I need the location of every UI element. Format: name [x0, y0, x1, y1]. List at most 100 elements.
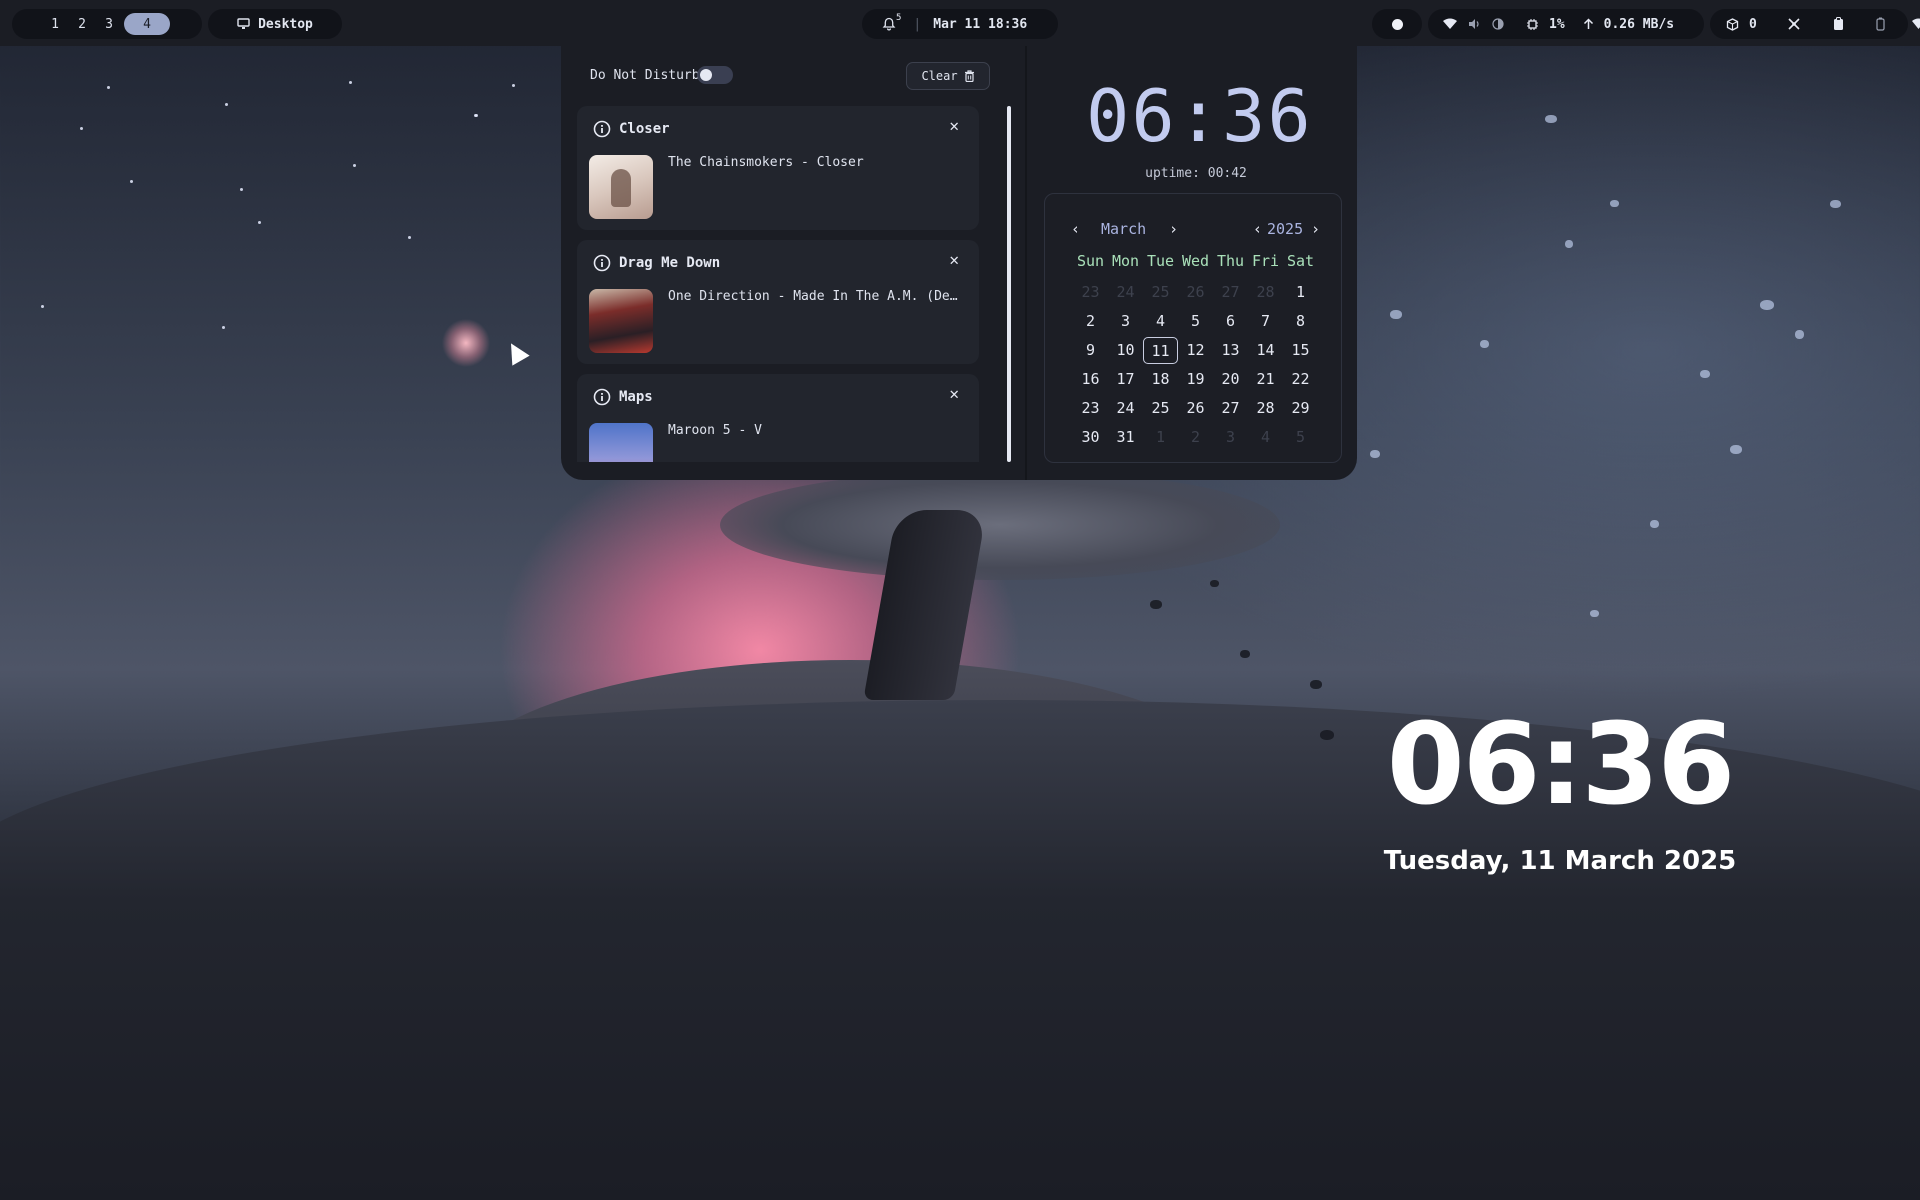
calendar-day[interactable]: 21 [1248, 366, 1283, 393]
notification-scrollbar[interactable] [1007, 106, 1011, 462]
calendar-day[interactable]: 23 [1073, 279, 1108, 306]
calendar-year: 2025 [1267, 220, 1304, 238]
calendar-day[interactable]: 31 [1108, 424, 1143, 451]
calendar-day[interactable]: 2 [1073, 308, 1108, 335]
calendar-day[interactable]: 29 [1283, 395, 1318, 422]
cpu-usage: 1% [1549, 16, 1565, 32]
calendar-day[interactable]: 17 [1108, 366, 1143, 393]
notification-card[interactable]: Drag Me Down ✕ One Direction - Made In T… [577, 240, 979, 364]
calendar-day[interactable]: 28 [1248, 395, 1283, 422]
package-updates-icon[interactable] [1726, 17, 1739, 31]
workspace-4[interactable]: 4 [124, 13, 170, 35]
record-indicator[interactable] [1372, 9, 1422, 39]
separator: | [913, 16, 922, 32]
calendar-day[interactable]: 22 [1283, 366, 1318, 393]
info-icon [593, 120, 611, 138]
notification-header: Maps [593, 388, 653, 406]
desktop-button[interactable]: Desktop [208, 9, 342, 39]
calendar-day[interactable]: 26 [1178, 279, 1213, 306]
calendar-day[interactable]: 4 [1248, 424, 1283, 451]
calendar-day[interactable]: 5 [1178, 308, 1213, 335]
clear-notifications-button[interactable]: Clear [906, 62, 990, 90]
calendar-day[interactable]: 26 [1178, 395, 1213, 422]
do-not-disturb-toggle[interactable] [697, 66, 733, 84]
record-dot-icon [1391, 18, 1403, 30]
next-month-button[interactable]: › [1169, 220, 1178, 238]
calendar-day[interactable]: 6 [1213, 308, 1248, 335]
calendar-day[interactable]: 20 [1213, 366, 1248, 393]
calendar-day[interactable]: 25 [1143, 395, 1178, 422]
notification-card[interactable]: Closer ✕ The Chainsmokers - Closer [577, 106, 979, 230]
calendar-grid: 23 24 25 26 27 28 1 2 3 4 5 6 7 8 9 10 1… [1073, 278, 1318, 452]
calendar-day[interactable]: 23 [1073, 395, 1108, 422]
desktop-clock: 06:36 [1386, 700, 1736, 830]
calendar-day[interactable]: 12 [1178, 337, 1213, 364]
calendar-week: 30 31 1 2 3 4 5 [1073, 423, 1318, 452]
weekday-label: Tue [1146, 252, 1175, 270]
calendar-day[interactable]: 18 [1143, 366, 1178, 393]
calendar-day[interactable]: 24 [1108, 395, 1143, 422]
calendar-day[interactable]: 30 [1073, 424, 1108, 451]
clipboard-icon[interactable] [1833, 17, 1844, 31]
workspace-2[interactable]: 2 [70, 13, 94, 35]
system-status[interactable]: 1% 0.26 MB/s [1428, 9, 1704, 39]
tool-icon[interactable] [1787, 17, 1801, 31]
calendar-day[interactable]: 4 [1143, 308, 1178, 335]
calendar-day[interactable]: 15 [1283, 337, 1318, 364]
notification-clock-pill[interactable]: 5 | Mar 11 18:36 [862, 9, 1058, 39]
calendar-day[interactable]: 19 [1178, 366, 1213, 393]
upload-arrow-icon [1583, 18, 1594, 30]
calendar-day[interactable]: 8 [1283, 308, 1318, 335]
close-icon[interactable]: ✕ [949, 250, 959, 269]
calendar-day[interactable]: 9 [1073, 337, 1108, 364]
notification-body: Maroon 5 - V [668, 423, 762, 438]
calendar-day[interactable]: 2 [1178, 424, 1213, 451]
calendar-day[interactable]: 10 [1108, 337, 1143, 364]
calendar-day[interactable]: 14 [1248, 337, 1283, 364]
calendar-week: 23 24 25 26 27 28 29 [1073, 394, 1318, 423]
calendar-day[interactable]: 27 [1213, 395, 1248, 422]
mouse-cursor [502, 338, 530, 366]
notification-center-panel: Do Not Disturb Clear Closer ✕ The Chains… [561, 46, 1357, 480]
calendar-day[interactable]: 24 [1108, 279, 1143, 306]
calendar-day[interactable]: 1 [1283, 279, 1318, 306]
panel-divider [1025, 46, 1027, 480]
calendar-day[interactable]: 28 [1248, 279, 1283, 306]
brightness-icon [1492, 18, 1504, 30]
close-icon[interactable]: ✕ [949, 116, 959, 135]
calendar-day-today[interactable]: 11 [1143, 337, 1178, 364]
calendar-day[interactable]: 3 [1108, 308, 1143, 335]
prev-month-button[interactable]: ‹ [1071, 220, 1080, 238]
calendar-day[interactable]: 7 [1248, 308, 1283, 335]
monitor-icon [237, 18, 250, 30]
calendar-day[interactable]: 25 [1143, 279, 1178, 306]
prev-year-button[interactable]: ‹ [1253, 220, 1262, 238]
topbar-datetime: Mar 11 18:36 [933, 16, 1028, 32]
wifi-icon [1442, 18, 1458, 30]
calendar-day[interactable]: 5 [1283, 424, 1318, 451]
calendar-day[interactable]: 27 [1213, 279, 1248, 306]
calendar-week: 2 3 4 5 6 7 8 [1073, 307, 1318, 336]
calendar-week: 9 10 11 12 13 14 15 [1073, 336, 1318, 365]
network-speed: 0.26 MB/s [1603, 16, 1675, 32]
calendar-day[interactable]: 1 [1143, 424, 1178, 451]
calendar-day[interactable]: 3 [1213, 424, 1248, 451]
panel-clock: 06:36 [1086, 74, 1313, 158]
workspace-switcher: 1 2 3 4 [12, 9, 202, 39]
bell-icon[interactable] [882, 17, 896, 31]
workspace-3[interactable]: 3 [97, 13, 121, 35]
notification-card[interactable]: Maps ✕ Maroon 5 - V [577, 374, 979, 462]
calendar-week: 16 17 18 19 20 21 22 [1073, 365, 1318, 394]
tray: 0 [1710, 9, 1920, 39]
workspace-1[interactable]: 1 [43, 13, 67, 35]
album-art-maps [589, 423, 653, 462]
wifi-status-icon[interactable] [1911, 18, 1920, 30]
close-icon[interactable]: ✕ [949, 384, 959, 403]
weekday-label: Thu [1216, 252, 1245, 270]
album-art-closer [589, 155, 653, 219]
calendar-day[interactable]: 13 [1213, 337, 1248, 364]
calendar: ‹ March › ‹ 2025 › Sun Mon Tue Wed Thu F… [1044, 193, 1342, 463]
calendar-day[interactable]: 16 [1073, 366, 1108, 393]
weekday-header: Sun Mon Tue Wed Thu Fri Sat [1073, 252, 1318, 270]
next-year-button[interactable]: › [1311, 220, 1320, 238]
